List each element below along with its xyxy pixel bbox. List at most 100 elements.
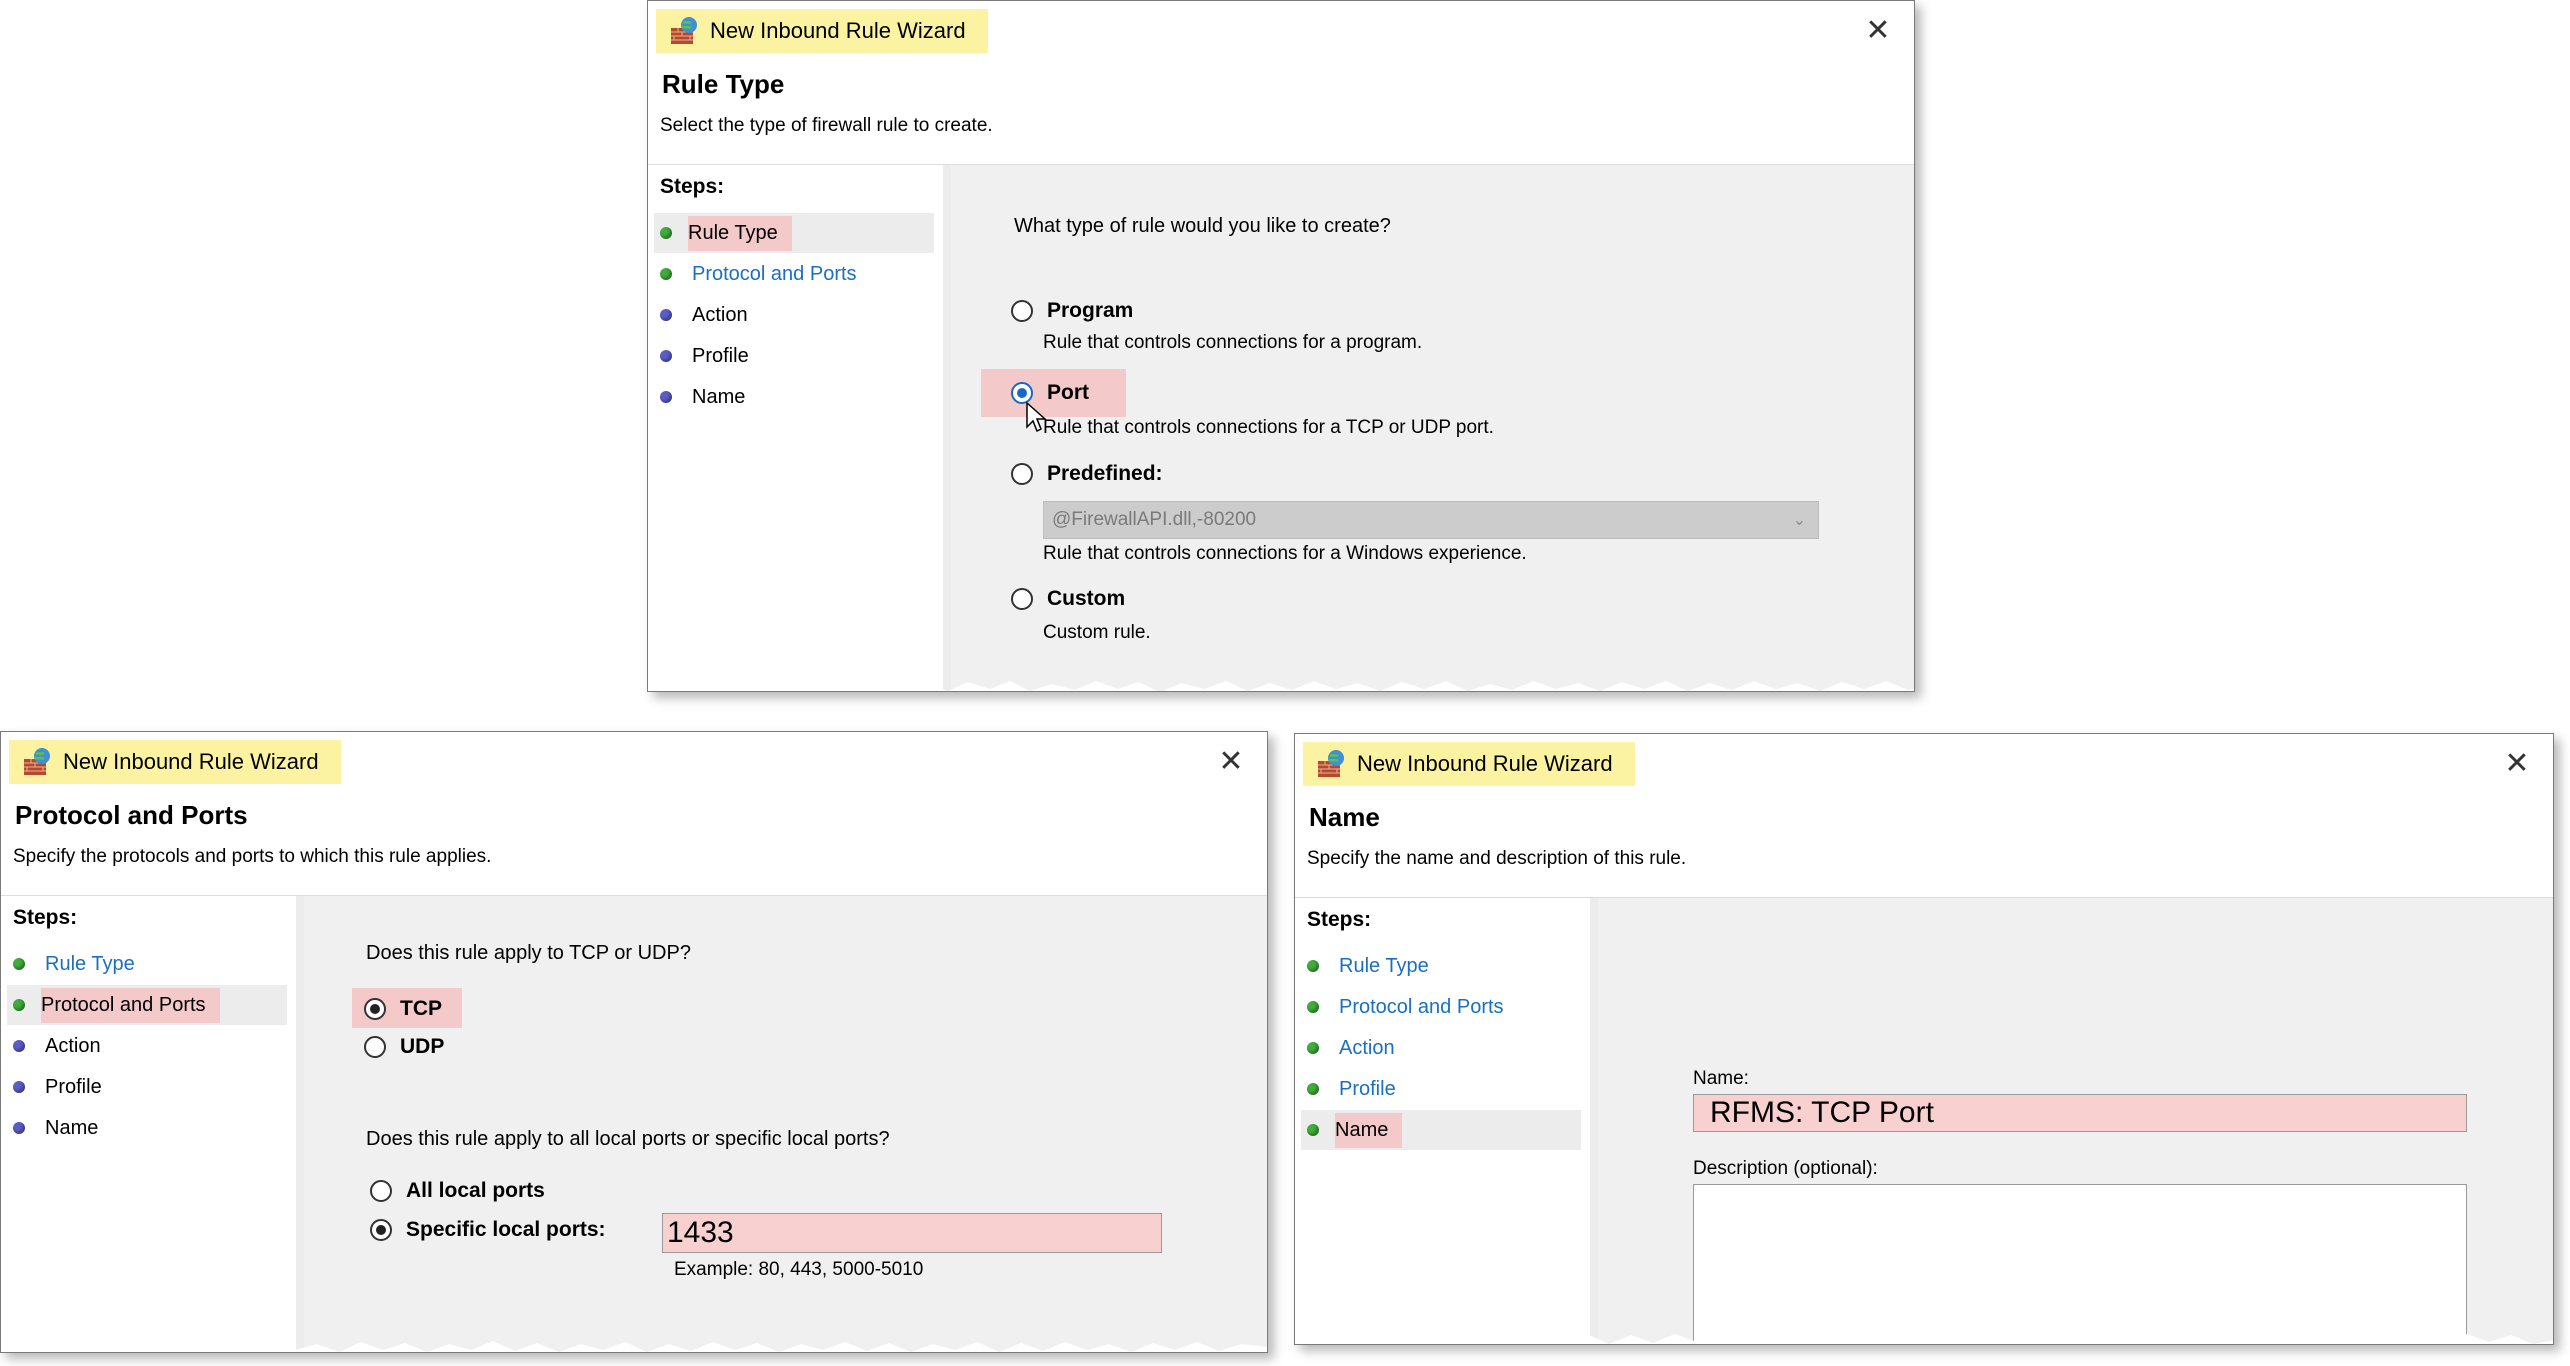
specific-ports-input[interactable]: 1433 (662, 1213, 1162, 1253)
custom-radio[interactable]: Custom (1011, 587, 1125, 611)
step-label: Action (1339, 1036, 1395, 1059)
step-pending-icon (13, 1122, 25, 1134)
close-icon: ✕ (1218, 745, 1244, 778)
rule-type-question: What type of rule would you like to crea… (1014, 215, 1391, 237)
step-name: Name (7, 1108, 287, 1148)
predefined-select: @FirewallAPI.dll,-80200 ⌄ (1043, 501, 1819, 539)
step-name: Name (654, 377, 934, 417)
steps-title: Steps: (660, 175, 725, 198)
window-title-highlight: New Inbound Rule Wizard (656, 9, 988, 53)
step-label: Action (45, 1034, 101, 1057)
program-description: Rule that controls connections for a pro… (1043, 332, 1423, 353)
title-bar: New Inbound Rule Wizard ✕ (1, 732, 1267, 790)
predefined-radio[interactable]: Predefined: (1011, 462, 1163, 486)
steps-panel: Steps: Rule Type Protocol and Ports Acti… (1, 896, 304, 1352)
rule-type-dialog: New Inbound Rule Wizard ✕ Rule Type Sele… (647, 0, 1915, 692)
program-radio[interactable]: Program (1011, 299, 1133, 323)
protocol-ports-dialog: New Inbound Rule Wizard ✕ Protocol and P… (0, 731, 1268, 1353)
close-button[interactable]: ✕ (2495, 742, 2539, 786)
step-name[interactable]: Name (1301, 1110, 1581, 1150)
title-bar: New Inbound Rule Wizard ✕ (648, 1, 1914, 59)
page-title: Protocol and Ports (15, 800, 248, 830)
step-pending-icon (13, 1040, 25, 1052)
steps-panel: Steps: Rule Type Protocol and Ports Acti… (1295, 898, 1598, 1344)
step-label: Protocol and Ports (41, 993, 206, 1016)
step-label: Action (692, 303, 748, 326)
description-field-label: Description (optional): (1693, 1158, 1878, 1179)
step-label: Profile (1339, 1077, 1396, 1100)
step-label: Name (692, 385, 746, 408)
radio-circle (364, 998, 386, 1020)
firewall-app-icon (671, 17, 697, 44)
step-action: Action (654, 295, 934, 335)
step-profile: Profile (654, 336, 934, 376)
steps-title: Steps: (1307, 908, 1372, 931)
step-pending-icon (660, 309, 672, 321)
step-protocol-and-ports[interactable]: Protocol and Ports (7, 985, 287, 1025)
step-protocol-and-ports[interactable]: Protocol and Ports (1301, 987, 1581, 1027)
step-label: Profile (692, 344, 749, 367)
description-textarea[interactable] (1693, 1184, 2467, 1344)
step-profile: Profile (7, 1067, 287, 1107)
predefined-label: Predefined: (1047, 462, 1163, 485)
name-field-label: Name: (1693, 1068, 1749, 1089)
radio-circle (1011, 463, 1033, 485)
page-subtitle: Specify the protocols and ports to which… (13, 846, 492, 867)
step-label: Protocol and Ports (692, 262, 857, 285)
step-label: Rule Type (688, 221, 778, 244)
radio-circle (370, 1180, 392, 1202)
close-button[interactable]: ✕ (1856, 9, 1900, 53)
custom-label: Custom (1047, 587, 1126, 610)
mouse-cursor-icon (1026, 401, 1047, 433)
all-local-ports-radio[interactable]: All local ports (370, 1179, 545, 1203)
page-title: Rule Type (662, 69, 785, 99)
chevron-down-icon: ⌄ (1792, 512, 1806, 529)
step-pending-icon (13, 1081, 25, 1093)
page-subtitle: Specify the name and description of this… (1307, 848, 1687, 869)
predefined-description: Rule that controls connections for a Win… (1043, 543, 1527, 564)
window-title: New Inbound Rule Wizard (1357, 751, 1613, 776)
tcp-radio[interactable]: TCP (364, 997, 442, 1021)
step-label: Name (45, 1116, 99, 1139)
step-label: Name (1335, 1118, 1389, 1141)
port-label: Port (1047, 381, 1089, 404)
step-label: Rule Type (1339, 954, 1429, 977)
step-rule-type[interactable]: Rule Type (7, 944, 287, 984)
step-done-icon (660, 268, 672, 280)
step-profile[interactable]: Profile (1301, 1069, 1581, 1109)
udp-radio[interactable]: UDP (364, 1035, 444, 1059)
step-done-icon (1307, 1001, 1319, 1013)
step-protocol-and-ports[interactable]: Protocol and Ports (654, 254, 934, 294)
step-done-icon (13, 958, 25, 970)
step-action[interactable]: Action (1301, 1028, 1581, 1068)
close-icon: ✕ (2504, 747, 2530, 780)
port-radio[interactable]: Port (1011, 381, 1089, 405)
window-title-highlight: New Inbound Rule Wizard (9, 740, 341, 784)
step-done-icon (1307, 1042, 1319, 1054)
step-rule-type[interactable]: Rule Type (654, 213, 934, 253)
name-input-value: RFMS: TCP Port (1710, 1096, 1934, 1129)
step-label: Profile (45, 1075, 102, 1098)
step-pending-icon (660, 391, 672, 403)
name-input[interactable]: RFMS: TCP Port (1693, 1094, 2467, 1132)
step-rule-type[interactable]: Rule Type (1301, 946, 1581, 986)
step-done-icon (1307, 960, 1319, 972)
program-label: Program (1047, 299, 1134, 322)
window-title: New Inbound Rule Wizard (710, 18, 966, 43)
window-title-highlight: New Inbound Rule Wizard (1303, 742, 1635, 786)
steps-panel: Steps: Rule Type Protocol and Ports Acti… (648, 165, 951, 691)
content-panel: What type of rule would you like to crea… (951, 165, 1914, 691)
name-dialog: New Inbound Rule Wizard ✕ Name Specify t… (1294, 733, 2554, 1345)
window-title: New Inbound Rule Wizard (63, 749, 319, 774)
ports-question: Does this rule apply to all local ports … (366, 1128, 890, 1150)
predefined-select-value: @FirewallAPI.dll,-80200 (1052, 509, 1257, 530)
page-subtitle: Select the type of firewall rule to crea… (660, 115, 993, 136)
port-description: Rule that controls connections for a TCP… (1043, 417, 1494, 438)
steps-title: Steps: (13, 906, 78, 929)
content-panel: Name: RFMS: TCP Port Description (option… (1598, 898, 2553, 1344)
specific-local-ports-radio[interactable]: Specific local ports: (370, 1218, 606, 1242)
torn-edge (648, 680, 1914, 691)
protocol-question: Does this rule apply to TCP or UDP? (366, 942, 691, 964)
radio-circle (370, 1219, 392, 1241)
close-button[interactable]: ✕ (1209, 740, 1253, 784)
